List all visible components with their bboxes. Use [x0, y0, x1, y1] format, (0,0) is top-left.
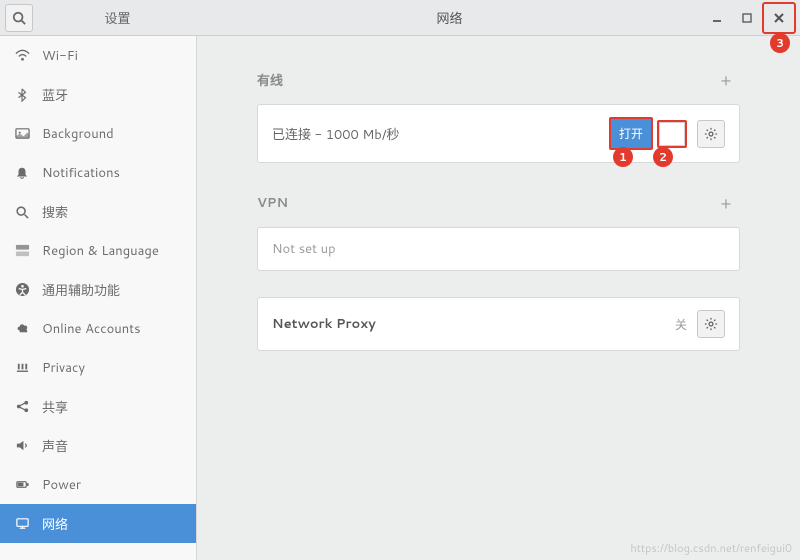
proxy-title: Network Proxy: [272, 315, 675, 333]
sidebar-item-bluetooth[interactable]: 蓝牙: [0, 75, 196, 114]
sidebar-item-label: 通用辅助功能: [42, 280, 120, 300]
sidebar-item-label: Power: [42, 476, 81, 494]
sidebar-item-label: 声音: [42, 436, 68, 456]
sidebar-item-accessibility[interactable]: 通用辅助功能: [0, 270, 196, 309]
sidebar-item-label: Online Accounts: [42, 320, 141, 338]
add-wired-button[interactable]: +: [712, 66, 740, 94]
sidebar-item-sharing[interactable]: 共享: [0, 387, 196, 426]
wired-section-title: 有线: [257, 70, 283, 90]
search-icon: [12, 11, 26, 25]
sidebar-item-power[interactable]: Power: [0, 465, 196, 504]
annotation-3: 3: [770, 33, 790, 53]
sidebar-item-privacy[interactable]: Privacy: [0, 348, 196, 387]
sound-icon: [14, 438, 30, 453]
sidebar-title: 设置: [38, 8, 197, 28]
sidebar-item-notifications[interactable]: Notifications: [0, 153, 196, 192]
sidebar-item-wifi[interactable]: Wi-Fi: [0, 36, 196, 75]
background-icon: [14, 126, 30, 141]
close-button[interactable]: [764, 4, 794, 32]
bluetooth-icon: [14, 88, 30, 102]
sidebar-item-label: 网络: [42, 514, 68, 534]
maximize-button[interactable]: [732, 4, 762, 32]
sidebar-item-label: Wi-Fi: [42, 47, 78, 65]
network-icon: [14, 516, 30, 531]
maximize-icon: [742, 13, 752, 23]
sidebar-item-region-language[interactable]: Region & Language: [0, 231, 196, 270]
sidebar-item-label: 共享: [42, 397, 68, 417]
vpn-status: Not set up: [272, 240, 725, 258]
search-button[interactable]: [5, 4, 33, 32]
annotation-1: 1: [613, 147, 633, 167]
sidebar-item-label: Notifications: [42, 164, 120, 182]
region-icon: [14, 243, 30, 258]
gear-icon: [704, 317, 718, 331]
accessibility-icon: [14, 282, 30, 297]
sidebar-item-label: 蓝牙: [42, 85, 68, 105]
wired-connection-row: 已连接 - 1000 Mb/秒 打开 1 2: [257, 104, 740, 163]
sidebar-item-label: Privacy: [42, 359, 85, 377]
privacy-icon: [14, 360, 30, 375]
minimize-icon: [712, 13, 722, 23]
sidebar: Wi-Fi 蓝牙 Background Notifications 搜索 Reg…: [0, 36, 197, 560]
annotation-2: 2: [653, 147, 673, 167]
share-icon: [14, 399, 30, 414]
proxy-off-label: 关: [675, 316, 687, 333]
page-title: 网络: [197, 8, 702, 28]
sidebar-item-search[interactable]: 搜索: [0, 192, 196, 231]
search-icon: [14, 205, 30, 219]
vpn-row: Not set up: [257, 227, 740, 271]
plus-icon: +: [721, 192, 732, 215]
switch-on-label: 打开: [609, 117, 653, 150]
sidebar-item-label: Background: [42, 125, 114, 143]
wired-switch[interactable]: 打开 1 2: [609, 117, 687, 150]
wifi-icon: [14, 48, 30, 63]
add-vpn-button[interactable]: +: [712, 189, 740, 217]
minimize-button[interactable]: [702, 4, 732, 32]
power-icon: [14, 477, 30, 492]
sidebar-item-sound[interactable]: 声音: [0, 426, 196, 465]
sidebar-item-online-accounts[interactable]: Online Accounts: [0, 309, 196, 348]
vpn-section-title: VPN: [257, 194, 288, 212]
wired-status: 已连接 - 1000 Mb/秒: [272, 124, 609, 144]
online-accounts-icon: [14, 321, 30, 336]
wired-settings-button[interactable]: [697, 120, 725, 148]
sidebar-item-network[interactable]: 网络: [0, 504, 196, 543]
gear-icon: [704, 127, 718, 141]
plus-icon: +: [721, 69, 732, 92]
switch-knob: [657, 120, 687, 148]
proxy-row[interactable]: Network Proxy 关: [257, 297, 740, 351]
proxy-settings-button[interactable]: [697, 310, 725, 338]
sidebar-item-label: Region & Language: [42, 242, 159, 260]
bell-icon: [14, 166, 30, 180]
main-panel: 有线 + 已连接 - 1000 Mb/秒 打开 1 2 VPN +: [197, 36, 800, 560]
sidebar-item-label: 搜索: [42, 202, 68, 222]
titlebar: 设置 网络 3: [0, 0, 800, 36]
close-icon: [774, 13, 784, 23]
sidebar-item-background[interactable]: Background: [0, 114, 196, 153]
